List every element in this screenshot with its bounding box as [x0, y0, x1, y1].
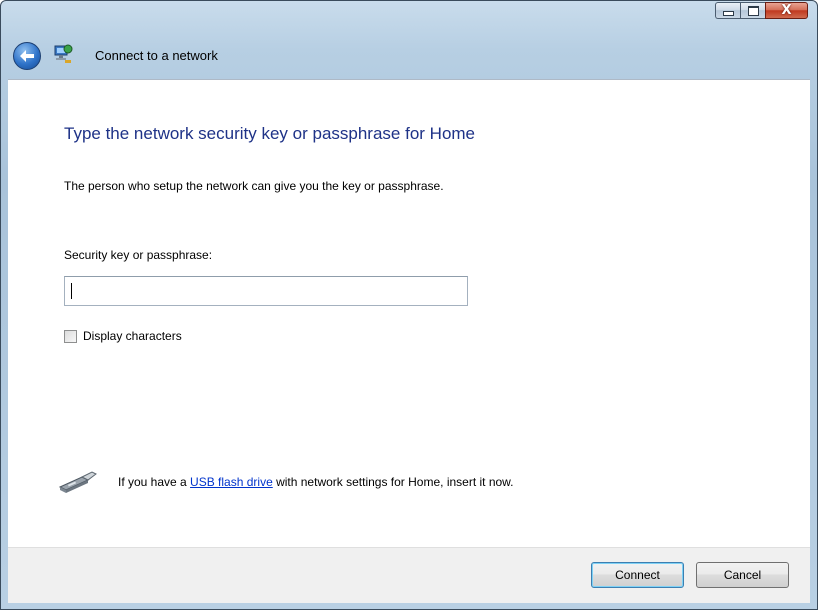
window-title: Connect to a network [95, 48, 218, 63]
connect-button[interactable]: Connect [591, 562, 684, 588]
button-bar: Connect Cancel [8, 547, 810, 603]
maximize-icon [747, 5, 759, 16]
wizard-nav-bar: Connect to a network [1, 31, 817, 79]
usb-hint: If you have a USB flash drive with netwo… [58, 470, 514, 494]
cancel-button[interactable]: Cancel [696, 562, 789, 588]
usb-flash-drive-icon [58, 471, 97, 493]
security-key-label: Security key or passphrase: [64, 248, 213, 262]
text-caret [71, 283, 72, 299]
page-heading: Type the network security key or passphr… [64, 124, 476, 143]
caption-buttons: X [715, 2, 808, 19]
title-bar: X [1, 1, 817, 31]
close-button[interactable]: X [765, 2, 808, 19]
connect-network-window: X Connect to a network Type the network … [0, 0, 818, 610]
minimize-icon [722, 11, 734, 16]
page-description: The person who setup the network can giv… [64, 179, 444, 193]
back-arrow-icon [20, 50, 34, 62]
usb-hint-suffix: with network settings for Home, insert i… [272, 475, 514, 489]
display-characters-checkbox[interactable] [64, 329, 77, 343]
usb-flash-drive-link[interactable]: USB flash drive [190, 475, 273, 489]
close-icon: X [781, 3, 792, 18]
back-button[interactable] [13, 42, 41, 70]
usb-hint-text: If you have a USB flash drive with netwo… [118, 475, 514, 489]
display-characters-option[interactable]: Display characters [64, 329, 182, 343]
usb-hint-prefix: If you have a [118, 475, 191, 489]
network-wizard-icon [54, 44, 73, 63]
security-key-input[interactable] [64, 276, 468, 306]
minimize-button[interactable] [715, 2, 740, 19]
wizard-content: Type the network security key or passphr… [8, 79, 810, 548]
maximize-button[interactable] [740, 2, 765, 19]
display-characters-label: Display characters [83, 329, 182, 343]
